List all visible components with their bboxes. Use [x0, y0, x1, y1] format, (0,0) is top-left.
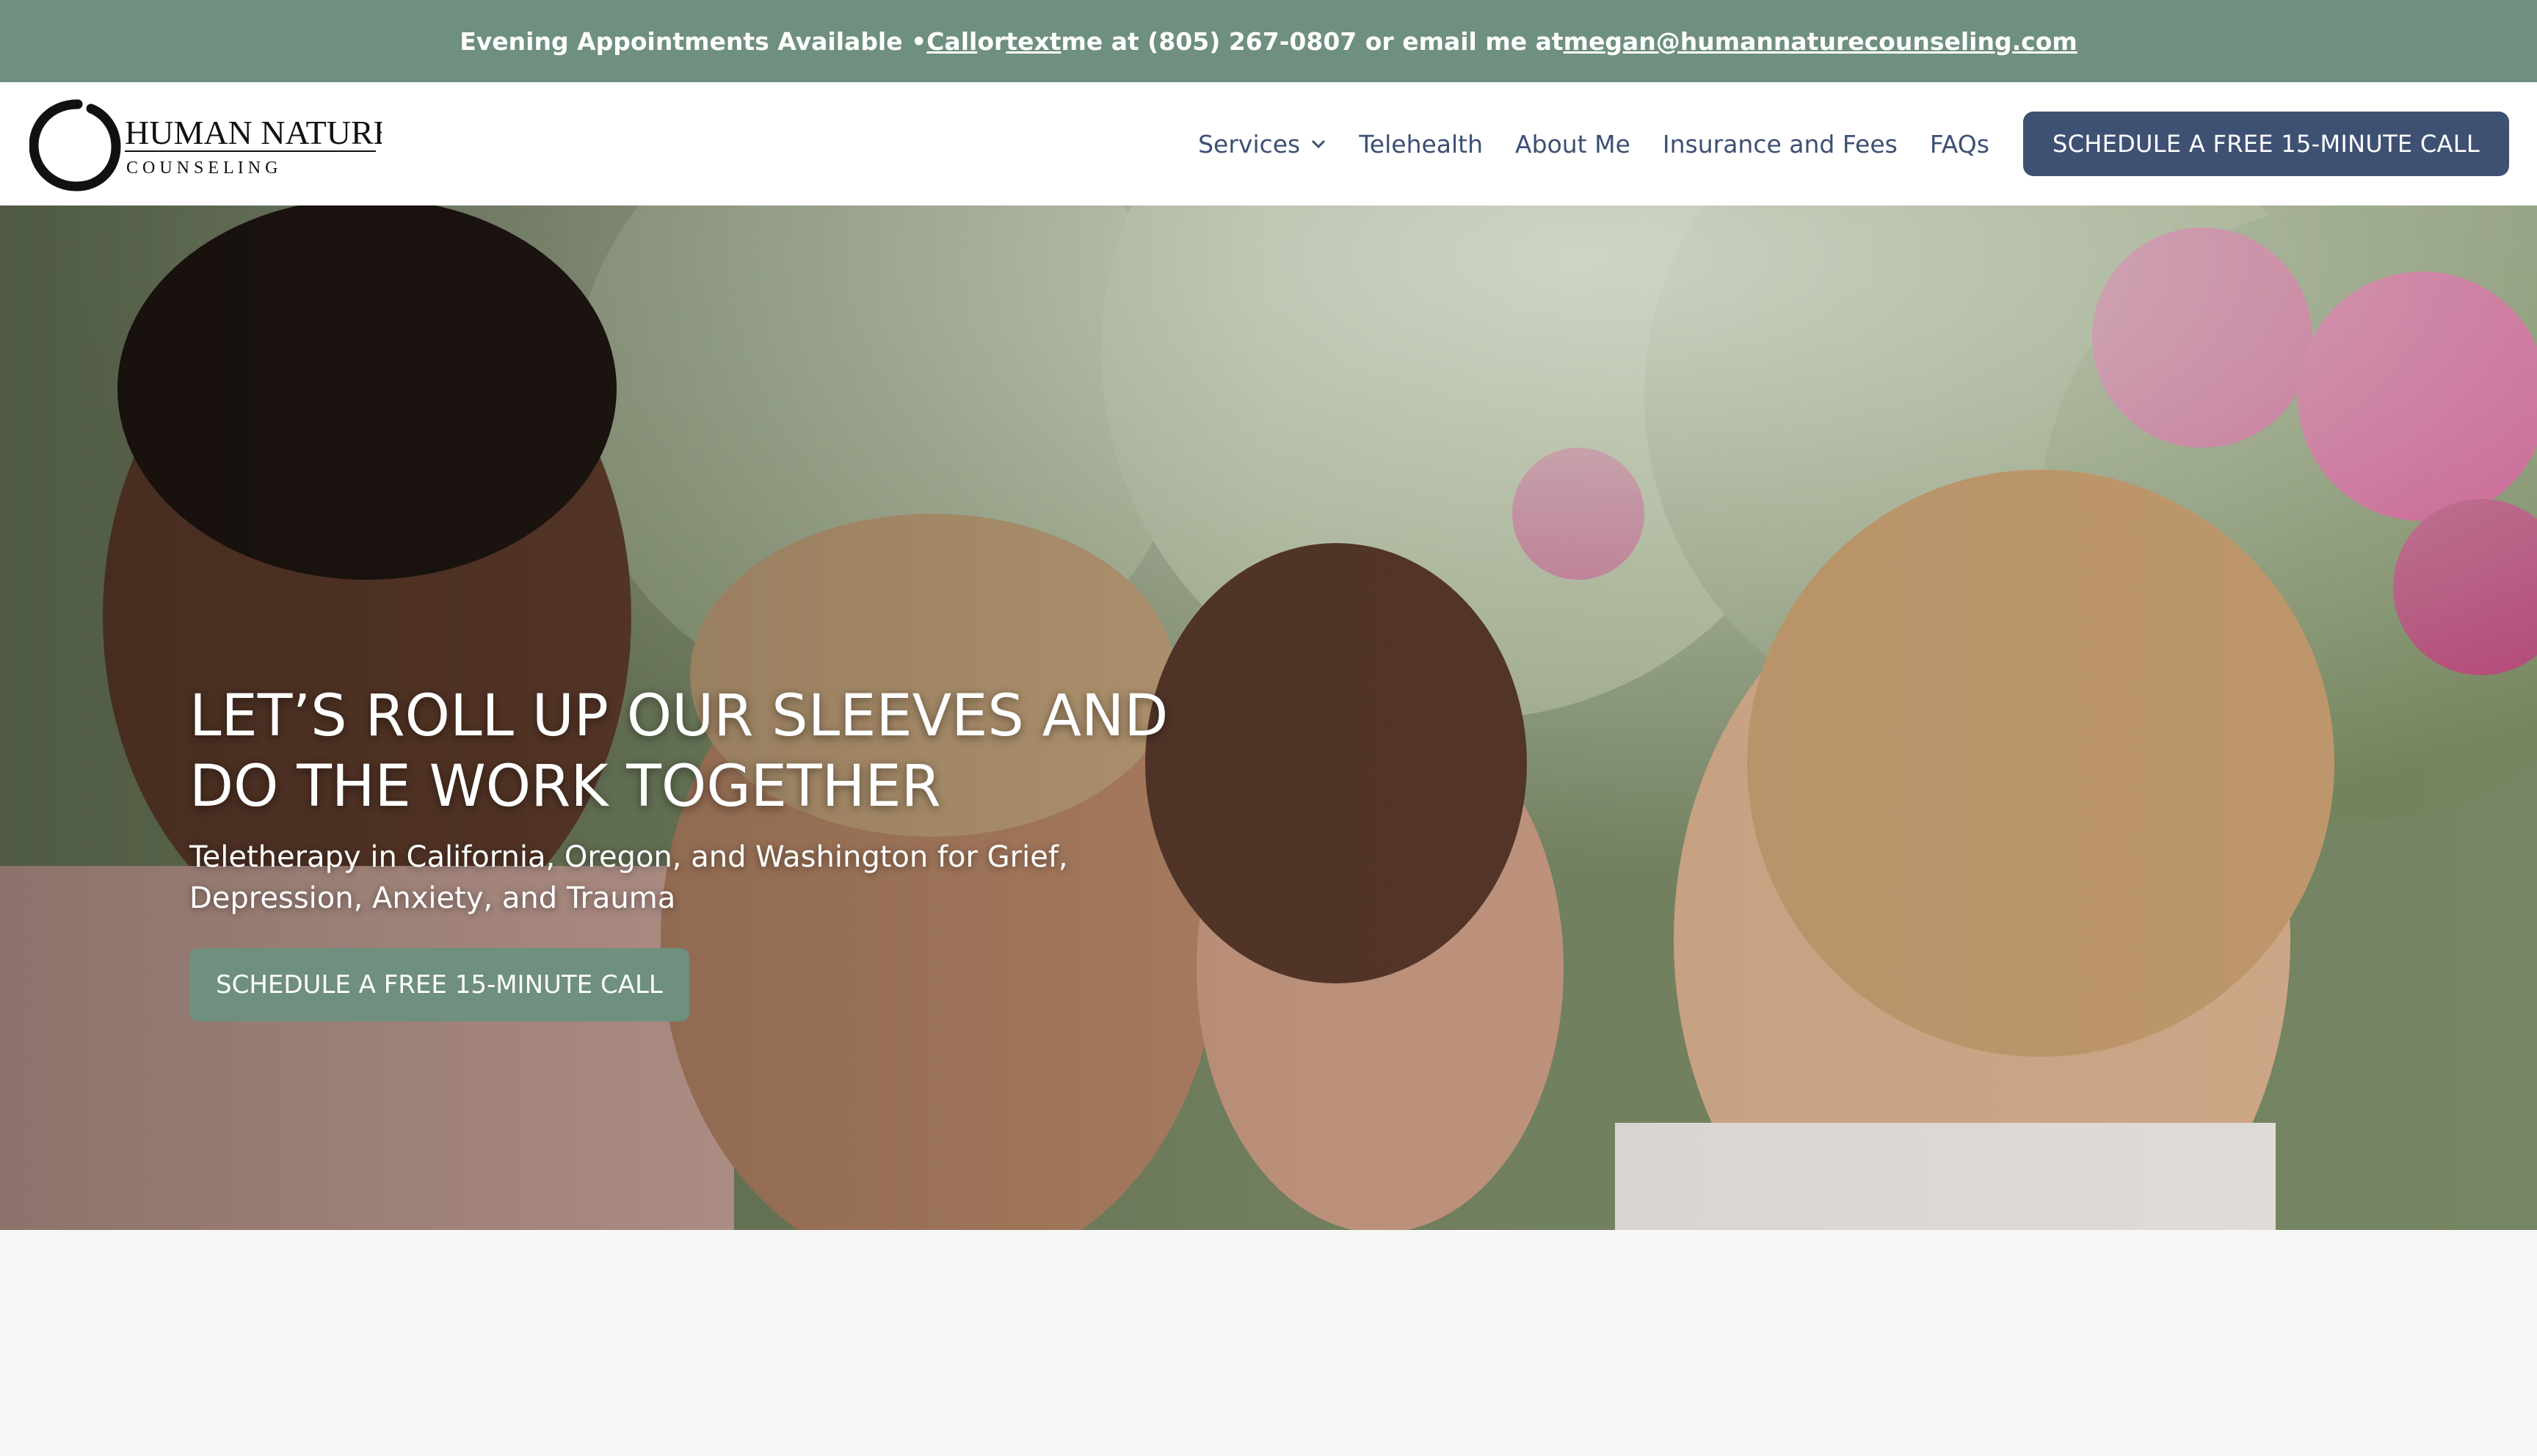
logo-line1: HUMAN NATURE: [125, 114, 382, 151]
logo-line2: C O U N S E L I N G: [126, 159, 277, 178]
announcement-prefix: Evening Appointments Available •: [460, 26, 927, 56]
chevron-down-icon: [1310, 139, 1326, 149]
nav-insurance-fees[interactable]: Insurance and Fees: [1663, 130, 1898, 159]
hero-schedule-call-button[interactable]: SCHEDULE A FREE 15-MINUTE CALL: [189, 948, 689, 1022]
enso-circle-icon: HUMAN NATURE C O U N S E L I N G: [29, 99, 382, 192]
nav-faqs[interactable]: FAQs: [1930, 130, 1989, 159]
announcement-or: or: [977, 26, 1006, 56]
email-link[interactable]: megan@humannaturecounseling.com: [1564, 27, 2077, 56]
header-schedule-call-button[interactable]: SCHEDULE A FREE 15-MINUTE CALL: [2022, 112, 2509, 176]
call-link[interactable]: Call: [926, 27, 977, 56]
main-nav: Services Telehealth About Me Insurance a…: [1198, 112, 2509, 176]
hero-title: LET’S ROLL UP OUR SLEEVES AND DO THE WOR…: [189, 683, 1169, 820]
nav-about-me[interactable]: About Me: [1515, 130, 1630, 159]
nav-services-label: Services: [1198, 129, 1301, 159]
site-logo[interactable]: HUMAN NATURE C O U N S E L I N G: [29, 97, 382, 192]
content-area: [0, 1230, 2537, 1456]
site-header: HUMAN NATURE C O U N S E L I N G Service…: [0, 82, 2537, 205]
nav-insurance-label: Insurance and Fees: [1662, 129, 1898, 159]
nav-about-label: About Me: [1515, 129, 1630, 159]
text-link[interactable]: text: [1006, 27, 1061, 56]
nav-telehealth-label: Telehealth: [1359, 129, 1484, 159]
announcement-middle: me at (805) 267-0807 or email me at: [1061, 26, 1564, 56]
hero-subtitle: Teletherapy in California, Oregon, and W…: [189, 840, 1068, 915]
announcement-bar: Evening Appointments Available • Call or…: [0, 0, 2537, 82]
nav-faqs-label: FAQs: [1929, 129, 1989, 159]
nav-services[interactable]: Services: [1198, 130, 1326, 159]
nav-telehealth[interactable]: Telehealth: [1359, 130, 1483, 159]
hero-section: LET’S ROLL UP OUR SLEEVES AND DO THE WOR…: [0, 205, 2537, 1230]
